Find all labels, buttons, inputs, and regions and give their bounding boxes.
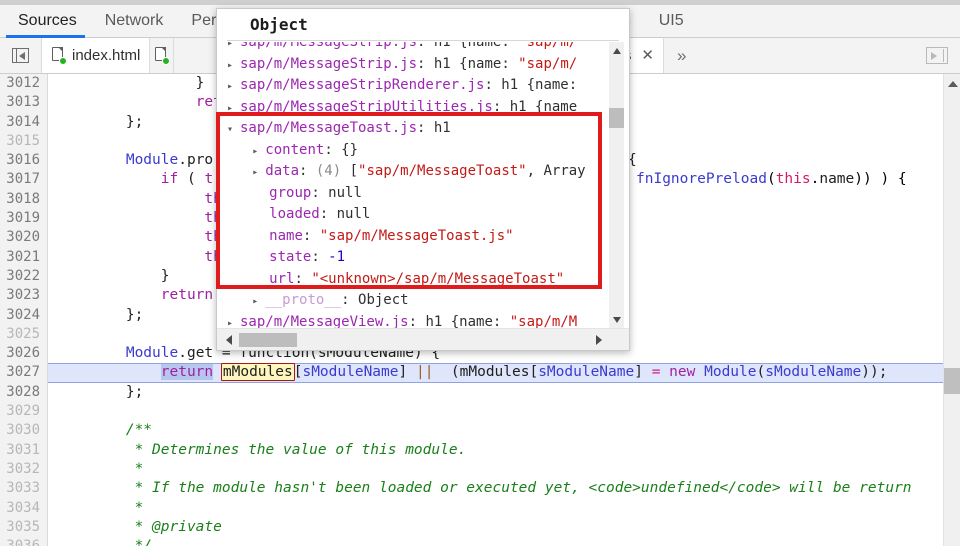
line-number[interactable]: 3027 <box>0 363 48 383</box>
code-line[interactable]: 3029 <box>0 402 960 422</box>
object-property-row[interactable]: loaded: null <box>217 204 629 226</box>
tab-sources-label: Sources <box>18 12 77 29</box>
object-property-row[interactable]: ▾ sap/m/MessageToast.js: h1 <box>217 118 629 140</box>
tab-performance-label: Per <box>191 12 217 29</box>
document-green-dot-icon <box>155 47 171 65</box>
code-line-text[interactable]: * <box>48 499 960 518</box>
line-number[interactable]: 3014 <box>0 112 48 132</box>
tab-ui5-label: UI5 <box>658 12 684 29</box>
object-property-row[interactable]: ▸ sap/m/MessageView.js: h1 {name: "sap/m/… <box>217 312 629 329</box>
code-line-selected[interactable]: 3027 return mModules[sModuleName] || (mM… <box>0 363 960 383</box>
devtools-window: Sources Network Per ts UI5 index.html <box>0 0 960 546</box>
navigator-toggle-button[interactable] <box>0 38 42 73</box>
line-number[interactable]: 3035 <box>0 517 48 538</box>
object-property-row[interactable]: ▸ content: {} <box>217 140 629 162</box>
object-property-row[interactable]: name: "sap/m/MessageToast.js" <box>217 226 629 248</box>
line-number[interactable]: 3029 <box>0 402 48 422</box>
object-property-list[interactable]: ▸ sap/m/MessageStrip.js: h1 {name: "sap/m… <box>217 42 629 328</box>
popup-vertical-scrollbar-thumb[interactable] <box>609 108 624 128</box>
object-property-row[interactable]: ▸ __proto__: Object <box>217 290 629 312</box>
popup-vertical-scrollbar[interactable] <box>609 42 624 328</box>
file-tab-index-html[interactable]: index.html <box>42 38 151 73</box>
object-property-row[interactable]: state: -1 <box>217 247 629 269</box>
line-number[interactable]: 3028 <box>0 382 48 403</box>
line-number[interactable]: 3015 <box>0 131 48 152</box>
show-navigator-icon <box>926 47 948 64</box>
file-tab-hidden-icon[interactable] <box>150 38 175 73</box>
file-tab-index-html-label: index.html <box>72 47 141 64</box>
tab-ui5[interactable]: UI5 <box>645 5 698 37</box>
line-number[interactable]: 3036 <box>0 537 48 546</box>
line-number[interactable]: 3032 <box>0 459 48 480</box>
object-property-row[interactable]: url: "<unknown>/sap/m/MessageToast" <box>217 269 629 291</box>
object-property-row[interactable]: group: null <box>217 183 629 205</box>
code-line[interactable]: 3031 * Determines the value of this modu… <box>0 440 960 460</box>
code-line[interactable]: 3032 * <box>0 459 960 480</box>
code-line[interactable]: 3028 }; <box>0 382 960 403</box>
code-line-text[interactable]: }; <box>48 383 960 402</box>
editor-vertical-scrollbar-thumb[interactable] <box>944 368 960 394</box>
document-green-dot-icon <box>52 47 67 65</box>
code-line-text[interactable]: */ <box>48 537 960 546</box>
code-overflow-fragment: fnIgnorePreload(this.name)) ) { <box>636 171 907 188</box>
line-number[interactable]: 3013 <box>0 93 48 113</box>
code-line-text[interactable]: /** <box>48 421 960 440</box>
close-icon[interactable]: ✕ <box>641 48 654 63</box>
line-number[interactable]: 3034 <box>0 498 48 518</box>
line-number[interactable]: 3022 <box>0 266 48 287</box>
code-line[interactable]: 3033 * If the module hasn't been loaded … <box>0 479 960 499</box>
line-number[interactable]: 3025 <box>0 324 48 345</box>
object-property-row[interactable]: ▸ sap/m/MessageStripUtilities.js: h1 {nam… <box>217 97 629 119</box>
object-property-row[interactable]: ▸ sap/m/MessageStrip.js: h1 {name: "sap/m… <box>217 42 629 54</box>
object-property-row[interactable]: ▸ data: (4) ["sap/m/MessageToast", Array <box>217 161 629 183</box>
line-number[interactable]: 3019 <box>0 209 48 229</box>
panel-collapse-icon <box>12 48 29 63</box>
line-number[interactable]: 3012 <box>0 74 48 94</box>
line-number[interactable]: 3030 <box>0 421 48 441</box>
line-number[interactable]: 3020 <box>0 228 48 248</box>
line-number[interactable]: 3033 <box>0 479 48 499</box>
show-navigator-button[interactable] <box>914 38 960 73</box>
tab-sources[interactable]: Sources <box>0 5 91 38</box>
code-line[interactable]: 3034 * <box>0 498 960 518</box>
code-line[interactable]: 3030 /** <box>0 421 960 441</box>
scroll-left-icon[interactable] <box>220 329 237 350</box>
code-line[interactable]: 3036 */ <box>0 537 960 546</box>
object-preview-popup[interactable]: Object ▸ sap/m/MessageStrip.js: h1 {name:… <box>216 8 630 351</box>
line-number[interactable]: 3017 <box>0 170 48 190</box>
scroll-up-icon[interactable] <box>609 44 624 57</box>
code-line-text[interactable]: * @private <box>48 518 960 537</box>
popup-horizontal-scrollbar-thumb[interactable] <box>239 333 297 347</box>
tab-network[interactable]: Network <box>91 5 178 37</box>
code-line[interactable]: 3035 * @private <box>0 517 960 538</box>
code-line-text[interactable]: * <box>48 460 960 479</box>
editor-vertical-scrollbar[interactable] <box>943 74 960 546</box>
code-line-text[interactable]: * Determines the value of this module. <box>48 441 960 460</box>
code-line-text[interactable]: return mModules[sModuleName] || (mModule… <box>48 363 960 383</box>
tab-network-label: Network <box>104 12 164 29</box>
code-line-text[interactable] <box>48 402 960 421</box>
popup-title: Object <box>217 9 629 40</box>
line-number[interactable]: 3016 <box>0 151 48 171</box>
scroll-up-icon[interactable] <box>944 78 960 90</box>
code-line-text[interactable]: * If the module hasn't been loaded or ex… <box>48 479 960 498</box>
line-number[interactable]: 3023 <box>0 286 48 306</box>
tabbar-spacer <box>699 38 914 73</box>
scroll-right-icon[interactable] <box>590 329 607 350</box>
line-number[interactable]: 3024 <box>0 305 48 325</box>
object-property-row[interactable]: ▸ sap/m/MessageStripRenderer.js: h1 {name… <box>217 75 629 97</box>
scroll-down-icon[interactable] <box>609 313 624 326</box>
object-property-row[interactable]: ▸ sap/m/MessageStrip.js: h1 {name: "sap/m… <box>217 54 629 76</box>
line-number[interactable]: 3031 <box>0 440 48 460</box>
line-number[interactable]: 3021 <box>0 247 48 267</box>
popup-title-divider <box>227 40 619 41</box>
line-number[interactable]: 3018 <box>0 189 48 210</box>
popup-horizontal-scrollbar[interactable] <box>217 328 629 350</box>
more-tabs-button[interactable]: » <box>664 38 699 73</box>
line-number[interactable]: 3026 <box>0 344 48 364</box>
